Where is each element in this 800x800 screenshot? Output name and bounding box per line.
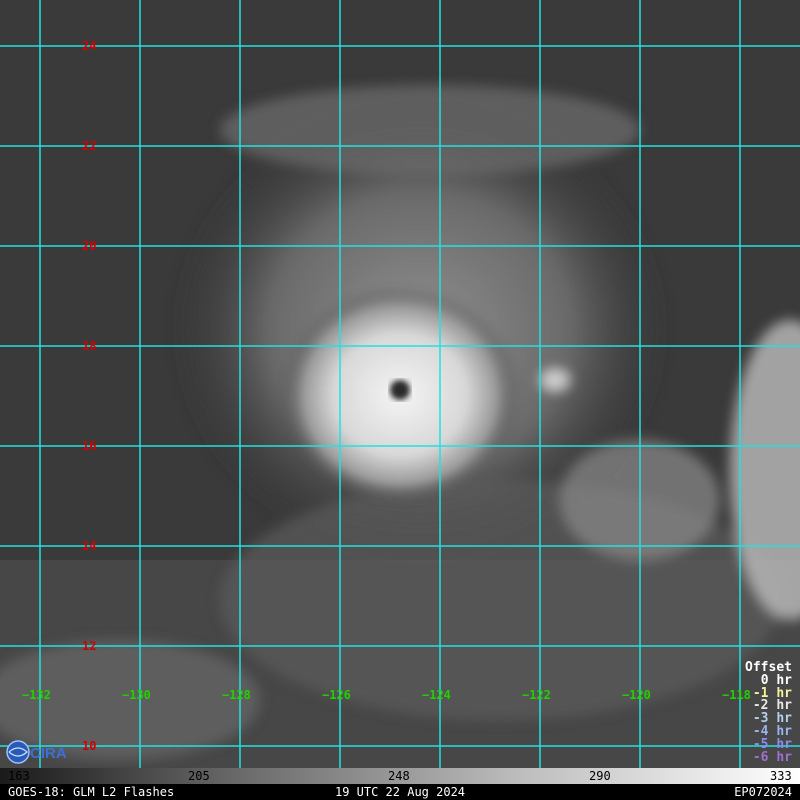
- latitude-label: 24: [82, 39, 97, 53]
- colorbar-tick: 333: [770, 769, 792, 783]
- colorbar-tick: 205: [188, 769, 210, 783]
- cira-logo-icon: CIRA: [6, 740, 67, 764]
- footer-storm-id: EP072024: [734, 785, 792, 799]
- temperature-colorbar: 163 205 248 290 333: [0, 768, 800, 784]
- longitude-label: −126: [322, 688, 351, 702]
- latitude-label: 10: [82, 739, 97, 753]
- latitude-label: 18: [82, 339, 97, 353]
- latitude-label: 22: [82, 139, 97, 153]
- longitude-label: −122: [522, 688, 551, 702]
- offset-legend: Offset 0 hr -1 hr -2 hr -3 hr -4 hr -5 hr -6 h…: [745, 661, 792, 765]
- footer-bar: GOES-18: GLM L2 Flashes 19 UTC 22 Aug 20…: [0, 784, 800, 800]
- legend-item: -6 hr: [752, 749, 792, 765]
- colorbar-tick: 290: [589, 769, 611, 783]
- longitude-label: −128: [222, 688, 251, 702]
- colorbar-tick: 248: [388, 769, 410, 783]
- longitude-label: −120: [622, 688, 651, 702]
- latitude-label: 14: [82, 539, 97, 553]
- satellite-image: [0, 0, 800, 768]
- footer-time: 19 UTC 22 Aug 2024: [334, 785, 466, 799]
- colorbar-tick: 163: [8, 769, 30, 783]
- latitude-label: 20: [82, 239, 97, 253]
- longitude-label: −124: [422, 688, 451, 702]
- latitude-label: 16: [82, 439, 97, 453]
- latitude-label: 12: [82, 639, 97, 653]
- longitude-label: −132: [22, 688, 51, 702]
- svg-text:CIRA: CIRA: [30, 745, 67, 762]
- longitude-label: −130: [122, 688, 151, 702]
